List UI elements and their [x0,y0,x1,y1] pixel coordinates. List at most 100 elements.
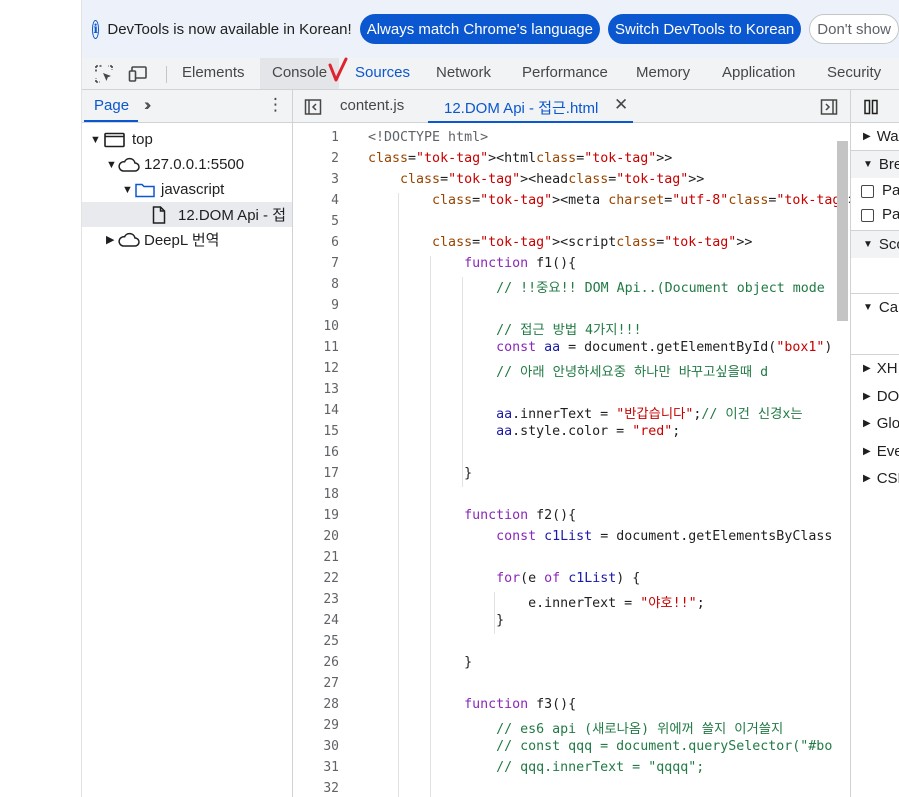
line-number[interactable]: 24 [295,613,339,628]
frame-icon [104,132,125,147]
always-match-language-button[interactable]: Always match Chrome's language [359,14,600,44]
more-options-icon[interactable]: ⋮ [267,95,284,115]
expand-triangle-icon: ▼ [863,159,873,170]
line-number[interactable]: 12 [295,361,339,376]
line-number[interactable]: 22 [295,571,339,586]
line-number[interactable]: 8 [295,277,339,292]
toggle-debugger-icon[interactable] [820,98,838,116]
pause-script-icon[interactable] [863,99,879,115]
line-number[interactable]: 21 [295,550,339,565]
line-number[interactable]: 26 [295,655,339,670]
code-line: for(e of c1List) { [496,571,641,586]
navigator-tab-page[interactable]: Page [94,97,129,114]
sidebar-section-xhr[interactable]: ▶ XH [851,355,899,382]
tab-sources[interactable]: Sources [355,58,410,89]
indent-guide [494,592,495,634]
editor-tab-dom-api-html[interactable]: 12.DOM Api - 접근.html [444,97,598,118]
device-toolbar-icon[interactable] [128,64,148,84]
tree-item-host[interactable]: ▼ 127.0.0.1:5500 [106,152,244,177]
toggle-navigator-icon[interactable] [304,98,322,116]
expand-triangle-icon: ▼ [863,302,873,313]
code-line: class="tok-tag"><headclass="tok-tag">> [400,172,705,187]
line-number[interactable]: 15 [295,424,339,439]
dont-show-again-button[interactable]: Don't show [809,14,899,44]
expand-triangle-icon[interactable]: ▼ [90,134,102,146]
sidebar-section-csp[interactable]: ▶CSF [851,465,899,492]
tree-item-top[interactable]: ▼ top [90,127,153,152]
sidebar-section-call-stack[interactable]: ▼Cal [851,294,899,321]
code-line: function f2(){ [464,508,577,523]
indent-guide [398,193,399,797]
close-tab-icon[interactable]: ✕ [614,95,628,115]
tab-memory[interactable]: Memory [636,58,690,89]
sidebar-section-breakpoints[interactable]: ▼ Bre [851,151,899,178]
code-line: } [368,466,473,481]
line-number[interactable]: 2 [295,151,339,166]
line-number[interactable]: 32 [295,781,339,796]
line-number[interactable]: 7 [295,256,339,271]
code-line: } [368,613,505,628]
line-number[interactable]: 31 [295,760,339,775]
cloud-icon [118,157,140,172]
code-line: class="tok-tag"><htmlclass="tok-tag">> [368,151,673,166]
tab-performance[interactable]: Performance [522,58,608,89]
info-icon: i [92,19,100,39]
sidebar-section-event[interactable]: ▶ Eve [851,438,899,465]
sidebar-section-dom[interactable]: ▶ DO [851,383,899,410]
tab-elements[interactable]: Elements [182,58,245,89]
sidebar-section-scope[interactable]: ▼Sco [851,231,899,258]
tab-security[interactable]: Security [827,58,881,89]
code-line: // !!중요!! DOM Api..(Document object mode [496,281,825,296]
inspect-element-icon[interactable] [94,64,114,84]
line-number[interactable]: 29 [295,718,339,733]
line-number[interactable]: 6 [295,235,339,250]
sidebar-section-global[interactable]: ▶ Glo [851,410,899,437]
expand-triangle-icon[interactable]: ▼ [106,159,118,171]
tree-item-folder[interactable]: ▼ javascript [122,177,224,202]
editor-tab-content-js[interactable]: content.js [340,97,404,114]
line-number[interactable]: 3 [295,172,339,187]
language-infobar: i DevTools is now available in Korean! A… [82,0,899,58]
page-tab-underline [84,120,138,122]
code-editor[interactable]: 1 2 3 4 5 6 7 8 9 10 11 12 13 14 15 16 17 18 19 20 21 22 23 24 2… [293,123,850,797]
more-tabs-chevron-icon[interactable]: ›› [144,95,152,115]
tree-item-deepl[interactable]: ▶ DeepL 번역 [106,227,219,252]
switch-to-korean-button[interactable]: Switch DevTools to Korean [608,14,802,44]
expand-triangle-icon[interactable]: ▼ [122,184,134,196]
line-number[interactable]: 25 [295,634,339,649]
editor-vertical-scrollbar[interactable] [837,141,848,321]
line-number[interactable]: 11 [295,340,339,355]
code-line: e.innerText = "야호!!"; [368,596,705,611]
line-number[interactable]: 1 [295,130,339,145]
tab-network[interactable]: Network [436,58,491,89]
line-number[interactable]: 27 [295,676,339,691]
line-number[interactable]: 17 [295,466,339,481]
line-number[interactable]: 13 [295,382,339,397]
tree-item-label: javascript [161,181,225,198]
line-number[interactable]: 9 [295,298,339,313]
code-line: const c1List = document.getElementsByCla… [496,529,833,544]
tree-item-file-selected[interactable]: 12.DOM Api - 접 [82,202,292,227]
line-number[interactable]: 28 [295,697,339,712]
sidebar-section-watch[interactable]: ▶ Wa [851,123,899,150]
code-line: // 아래 안녕하세요중 하나만 바꾸고싶을때 d [496,365,769,380]
tab-application[interactable]: Application [722,58,795,89]
line-number[interactable]: 23 [295,592,339,607]
indent-guide [462,277,463,487]
code-line: <!DOCTYPE html> [368,130,489,145]
code-line: class="tok-tag"><scriptclass="tok-tag">> [432,235,753,250]
line-number[interactable]: 5 [295,214,339,229]
pause-on-caught-checkbox[interactable] [861,209,874,222]
line-number[interactable]: 30 [295,739,339,754]
tree-item-label: 127.0.0.1:5500 [144,156,245,173]
collapse-triangle-icon[interactable]: ▶ [106,233,118,246]
line-number[interactable]: 10 [295,319,339,334]
line-number[interactable]: 4 [295,193,339,208]
line-number[interactable]: 19 [295,508,339,523]
pause-on-uncaught-checkbox[interactable] [861,185,874,198]
collapse-triangle-icon: ▶ [863,473,871,484]
line-number[interactable]: 14 [295,403,339,418]
line-number[interactable]: 16 [295,445,339,460]
line-number[interactable]: 20 [295,529,339,544]
line-number[interactable]: 18 [295,487,339,502]
